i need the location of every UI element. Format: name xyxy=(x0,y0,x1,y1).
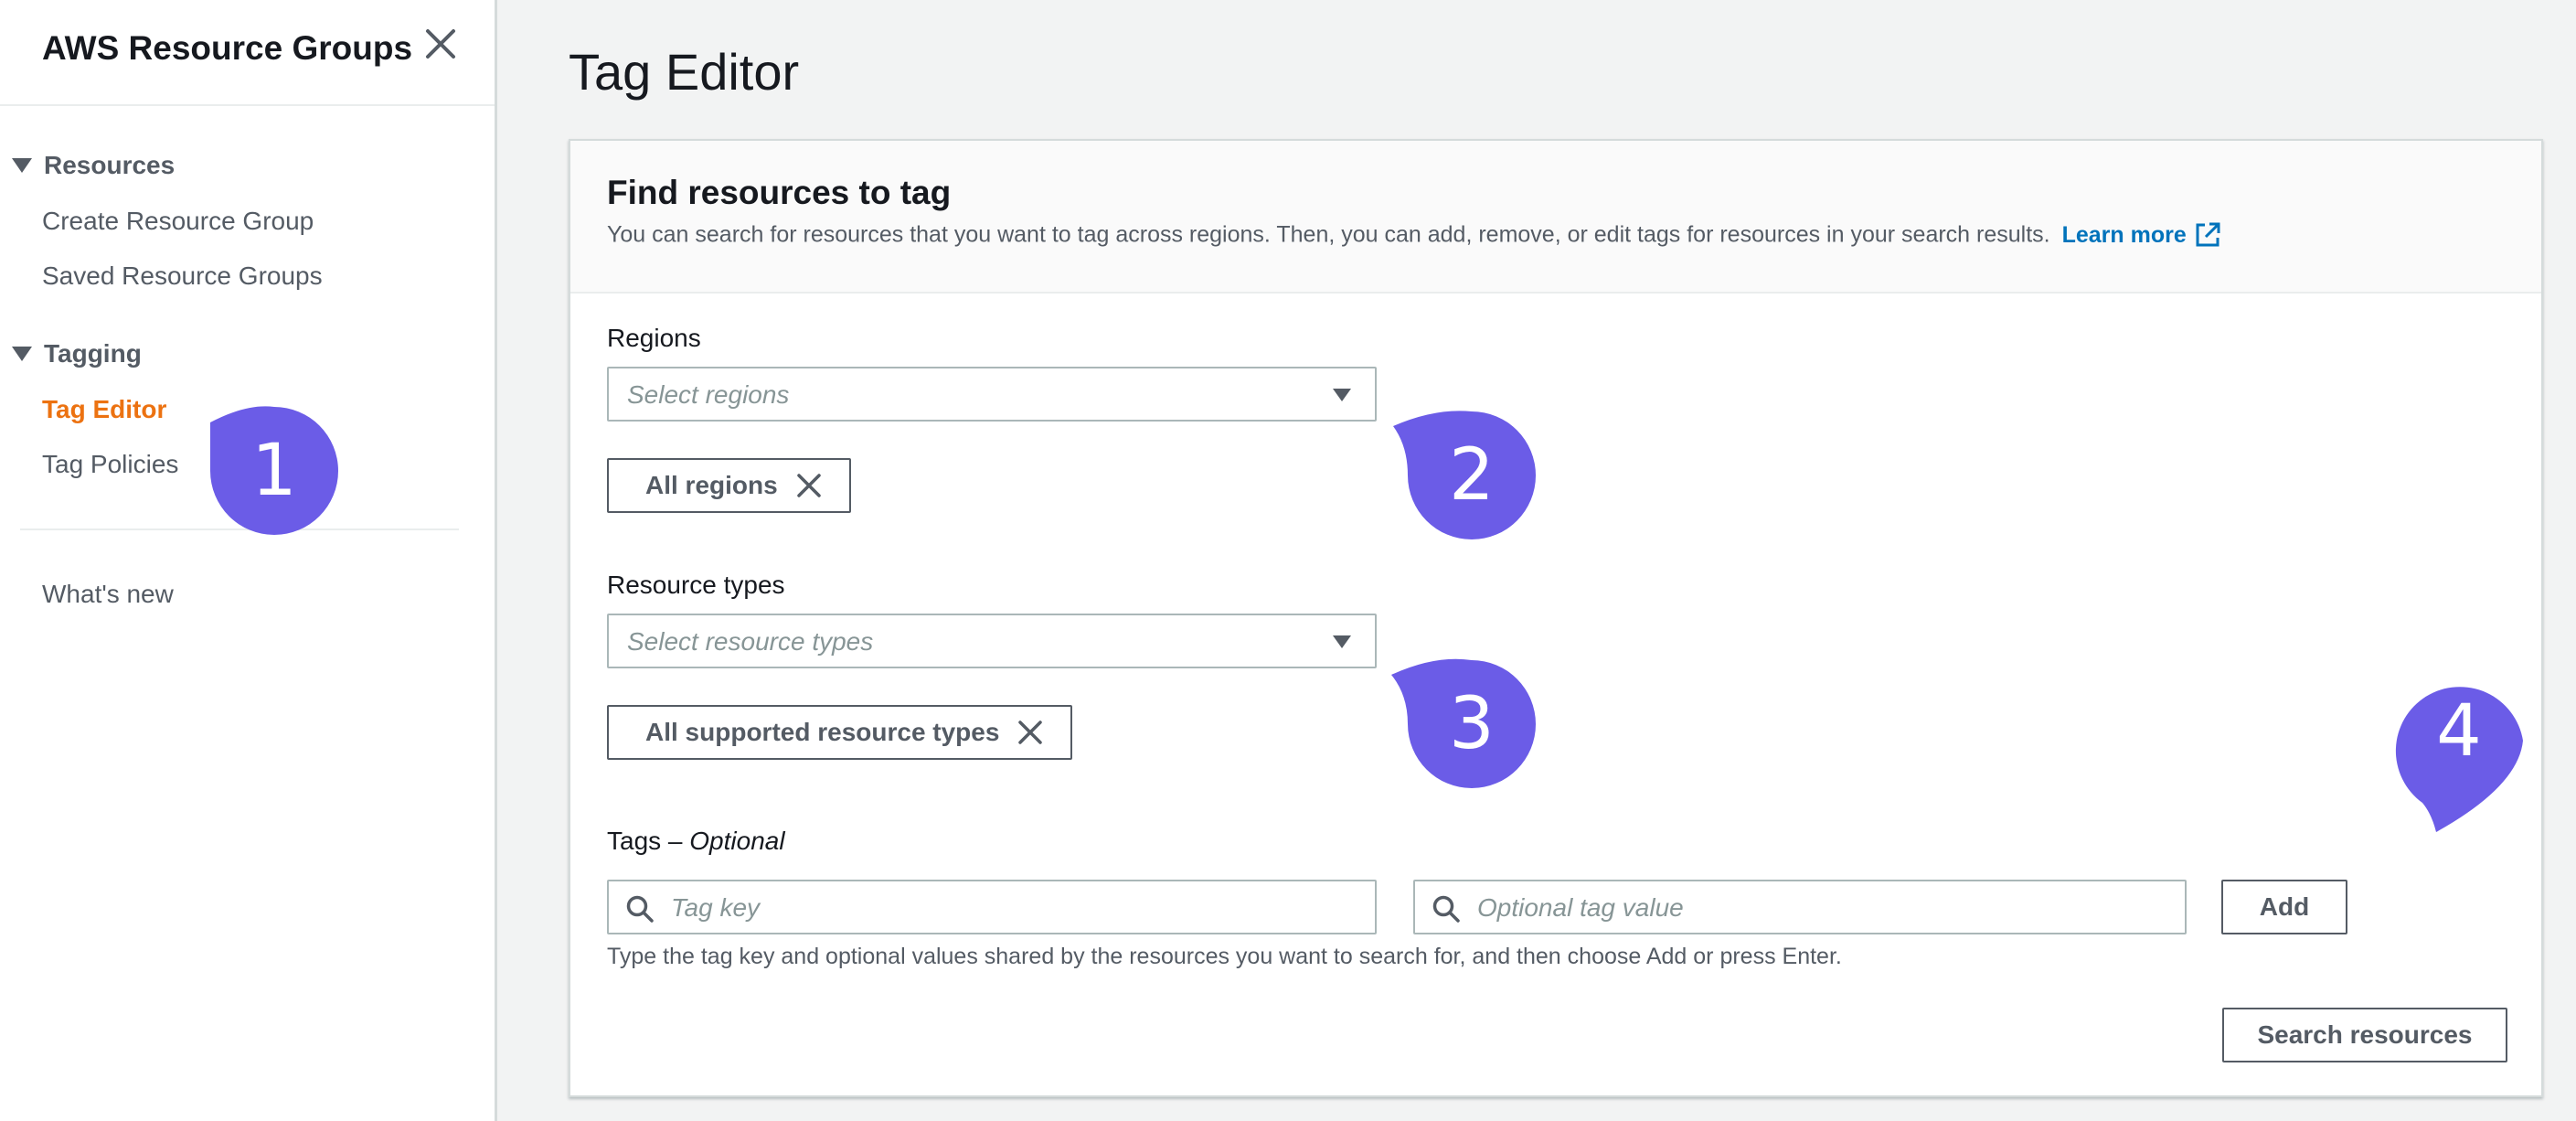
panel-description: You can search for resources that you wa… xyxy=(607,221,2221,249)
step-marker-3: 3 xyxy=(1391,658,1536,788)
regions-token-label: All regions xyxy=(645,471,778,499)
tags-hint: Type the tag key and optional values sha… xyxy=(607,944,1842,969)
search-icon xyxy=(626,895,654,923)
regions-label: Regions xyxy=(607,324,701,352)
tag-key-input[interactable]: Tag key xyxy=(607,880,1377,934)
tags-label-text: Tags – xyxy=(607,827,683,855)
resource-types-token-label: All supported resource types xyxy=(645,718,1000,746)
sidebar-section-resources[interactable]: Resources xyxy=(9,151,175,180)
caret-down-icon xyxy=(12,347,32,361)
sidebar-header: AWS Resource Groups xyxy=(0,0,495,106)
learn-more-link[interactable]: Learn more xyxy=(2062,221,2221,249)
remove-token-icon[interactable] xyxy=(796,473,822,498)
close-icon[interactable] xyxy=(422,26,459,66)
tag-value-input[interactable]: Optional tag value xyxy=(1413,880,2187,934)
step-marker-1: 1 xyxy=(210,406,338,535)
learn-more-label: Learn more xyxy=(2061,221,2187,248)
tag-key-placeholder: Tag key xyxy=(671,893,761,922)
tag-value-placeholder: Optional tag value xyxy=(1477,893,1684,922)
page-title: Tag Editor xyxy=(569,43,800,101)
caret-down-icon xyxy=(1333,635,1351,648)
panel-title: Find resources to tag xyxy=(607,174,952,211)
caret-down-icon xyxy=(12,158,32,173)
search-icon xyxy=(1432,895,1460,923)
regions-token: All regions xyxy=(607,458,851,513)
step-marker-4: 4 xyxy=(2395,687,2523,969)
step-marker-2: 2 xyxy=(1393,411,1536,539)
search-resources-button[interactable]: Search resources xyxy=(2222,1008,2507,1062)
resource-types-label: Resource types xyxy=(607,571,785,599)
step-marker-number: 2 xyxy=(1449,434,1495,517)
regions-select[interactable]: Select regions xyxy=(607,367,1377,422)
panel-description-text: You can search for resources that you wa… xyxy=(607,221,2050,248)
panel-header: Find resources to tag You can search for… xyxy=(570,141,2541,294)
sidebar-item-tag-editor[interactable]: Tag Editor xyxy=(42,395,166,424)
tags-label-optional: Optional xyxy=(689,827,785,855)
sidebar-title: AWS Resource Groups xyxy=(42,29,413,67)
sidebar-item-create-resource-group[interactable]: Create Resource Group xyxy=(42,207,314,236)
regions-placeholder: Select regions xyxy=(627,380,790,409)
resource-types-token: All supported resource types xyxy=(607,705,1073,760)
step-marker-number: 3 xyxy=(1449,683,1495,765)
caret-down-icon xyxy=(1333,389,1351,401)
sidebar-section-label: Tagging xyxy=(44,339,142,368)
sidebar: AWS Resource Groups Resources Create Res… xyxy=(0,0,497,1121)
remove-token-icon[interactable] xyxy=(1017,720,1043,745)
step-marker-number: 4 xyxy=(2436,690,2482,773)
sidebar-item-tag-policies[interactable]: Tag Policies xyxy=(42,450,178,479)
resource-types-select[interactable]: Select resource types xyxy=(607,614,1377,668)
find-resources-panel: Find resources to tag You can search for… xyxy=(569,139,2543,1097)
sidebar-item-whats-new[interactable]: What's new xyxy=(42,580,174,609)
external-link-icon xyxy=(2196,222,2220,247)
resource-types-placeholder: Select resource types xyxy=(627,627,874,656)
sidebar-section-label: Resources xyxy=(44,151,176,179)
add-tag-button[interactable]: Add xyxy=(2221,880,2347,934)
step-marker-number: 1 xyxy=(251,430,297,512)
tags-label: Tags – Optional xyxy=(607,827,785,856)
sidebar-item-saved-resource-groups[interactable]: Saved Resource Groups xyxy=(42,262,323,291)
sidebar-section-tagging[interactable]: Tagging xyxy=(9,339,142,368)
